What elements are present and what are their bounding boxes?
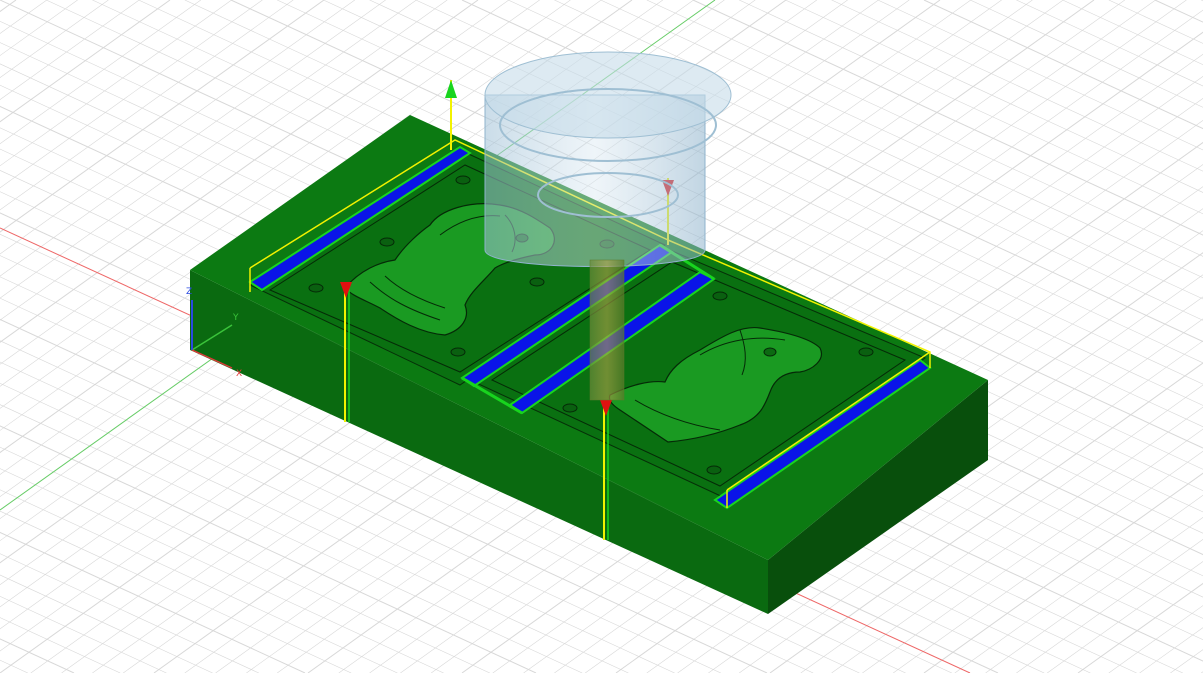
grid-line <box>1062 0 1203 66</box>
grid-line <box>893 450 1203 673</box>
grid-line <box>1016 539 1203 673</box>
grid-line <box>0 0 109 78</box>
grid-line <box>1170 649 1203 673</box>
triad-x-label: X <box>236 369 242 379</box>
triad-z-label: Z <box>186 287 192 297</box>
grid-line <box>0 574 213 673</box>
triad-y-label: Y <box>232 313 239 323</box>
grid-line <box>954 494 1203 673</box>
cam-3d-viewport[interactable]: Y Z X <box>0 0 1203 673</box>
grid-line <box>985 516 1203 673</box>
grid-line <box>1154 0 1203 23</box>
grid-line <box>862 428 1203 673</box>
grid-line <box>923 0 1203 130</box>
scene-canvas[interactable]: Y Z X <box>0 0 1203 673</box>
grid-line <box>1016 0 1203 87</box>
grid-line <box>0 659 28 673</box>
grid-line <box>1047 561 1203 673</box>
grid-line <box>877 0 1203 151</box>
grid-line <box>923 472 1203 673</box>
